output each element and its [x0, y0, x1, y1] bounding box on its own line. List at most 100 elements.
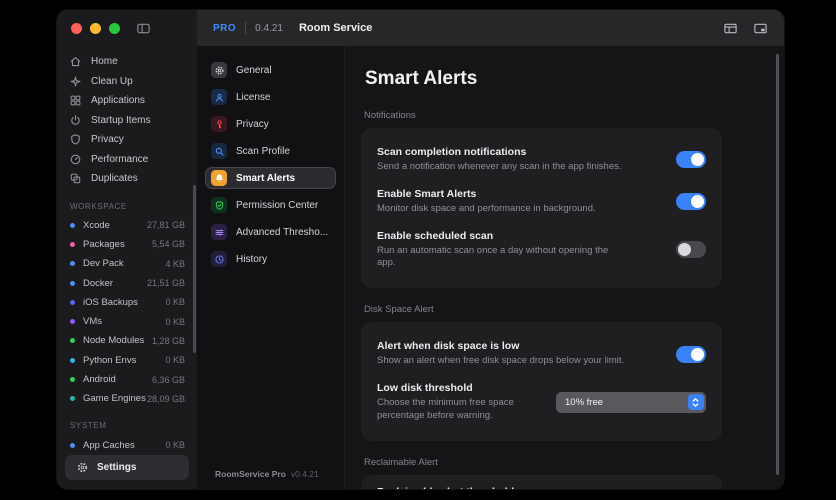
workspace-item-node-modules[interactable]: Node Modules1,28 GB	[70, 331, 185, 350]
workspace-item-size: 5,54 GB	[152, 239, 185, 249]
shield-check-icon	[211, 197, 227, 213]
settings-nav-label: General	[236, 65, 272, 76]
app-window: Home Clean Up Applications Startup Items…	[57, 10, 784, 489]
reclaimable-section-label: Reclaimable Alert	[364, 457, 722, 468]
sidebar-item-duplicates[interactable]: Duplicates	[67, 169, 187, 189]
disk-space-card: Alert when disk space is low Show an ale…	[361, 322, 722, 440]
setting-row-enable-smart-alerts: Enable Smart Alerts Monitor disk space a…	[377, 181, 706, 223]
minimize-button[interactable]	[90, 23, 101, 34]
notifications-card: Scan completion notifications Send a not…	[361, 128, 722, 288]
sidebar-item-performance[interactable]: Performance	[67, 150, 187, 170]
main-panel: Smart Alerts Notifications Scan completi…	[345, 46, 784, 489]
titlebar-divider	[245, 22, 246, 34]
workspace-item-name: iOS Backups	[83, 297, 138, 308]
home-icon	[69, 55, 82, 68]
workspace-item-android[interactable]: Android6,36 GB	[70, 370, 185, 389]
close-button[interactable]	[71, 23, 82, 34]
settings-nav-smart-alerts[interactable]: Smart Alerts	[205, 167, 336, 189]
bell-icon	[211, 170, 227, 186]
main-scrollbar[interactable]	[776, 54, 779, 475]
page-title: Smart Alerts	[365, 68, 722, 90]
right-area: PRO 0.4.21 Room Service General License	[197, 10, 784, 489]
settings-button[interactable]: Settings	[65, 455, 189, 480]
setting-title: Alert when disk space is low	[377, 340, 624, 352]
clock-icon	[211, 251, 227, 267]
setting-row-low-disk-threshold: Low disk threshold Choose the minimum fr…	[377, 375, 706, 430]
setting-text: Scan completion notifications Send a not…	[377, 146, 622, 174]
sidebar-item-home[interactable]: Home	[67, 52, 187, 72]
smart-alerts-toggle[interactable]	[676, 193, 706, 210]
workspace-item-name: Dev Pack	[83, 258, 124, 269]
search-icon	[211, 143, 227, 159]
workspace-item-dev-pack[interactable]: Dev Pack4 KB	[70, 254, 185, 273]
workspace-item-size: 1,28 GB	[152, 336, 185, 346]
settings-nav-label: History	[236, 254, 267, 265]
color-dot	[70, 338, 75, 343]
low-disk-threshold-select[interactable]: 10% free	[556, 392, 706, 413]
sidebar-item-startup-items[interactable]: Startup Items	[67, 111, 187, 131]
workspace-item-xcode[interactable]: Xcode27,81 GB	[70, 216, 185, 235]
settings-nav-permission-center[interactable]: Permission Center	[205, 194, 336, 216]
workspace-item-docker[interactable]: Docker 21,51 GB	[70, 273, 185, 292]
sidebar-toggle-icon[interactable]	[136, 21, 151, 36]
workspace-item-size: 28,09 GB	[147, 394, 185, 404]
titlebar: PRO 0.4.21 Room Service	[197, 10, 784, 46]
titlebar-actions	[723, 21, 768, 36]
workspace-item-game-engines[interactable]: Game Engines28,09 GB	[70, 389, 185, 408]
workspace-item-size: 21,51 GB	[147, 278, 185, 288]
select-value: 10% free	[565, 397, 603, 408]
setting-row-scan-completion: Scan completion notifications Send a not…	[377, 139, 706, 181]
settings-nav-history[interactable]: History	[205, 248, 336, 270]
sidebar-item-clean-up[interactable]: Clean Up	[67, 72, 187, 92]
columns-view-icon[interactable]	[723, 21, 738, 36]
settings-nav-advanced-thresholds[interactable]: Advanced Thresho...	[205, 221, 336, 243]
setting-text: Enable Smart Alerts Monitor disk space a…	[377, 188, 596, 216]
workspace-item-name: Packages	[83, 239, 125, 250]
setting-desc: Monitor disk space and performance in ba…	[377, 203, 596, 216]
system-section-label: SYSTEM	[57, 421, 197, 430]
workspace-item-size: 0 KB	[165, 355, 185, 365]
scheduled-scan-toggle[interactable]	[676, 241, 706, 258]
setting-text: Low disk threshold Choose the minimum fr…	[377, 382, 536, 423]
color-dot	[70, 396, 75, 401]
settings-nav-license[interactable]: License	[205, 86, 336, 108]
settings-nav-privacy[interactable]: Privacy	[205, 113, 336, 135]
sidebar-item-label: Privacy	[91, 134, 124, 145]
zoom-button[interactable]	[109, 23, 120, 34]
settings-nav-scan-profile[interactable]: Scan Profile	[205, 140, 336, 162]
sidebar-item-applications[interactable]: Applications	[67, 91, 187, 111]
sparkle-icon	[69, 75, 82, 88]
color-dot	[70, 281, 75, 286]
system-item-app-caches[interactable]: App Caches0 KB	[70, 435, 185, 454]
setting-desc: Run an automatic scan once a day without…	[377, 245, 627, 271]
reclaimable-card: Reclaimable alert threshold Get notified…	[361, 475, 722, 489]
setting-row-scheduled-scan: Enable scheduled scan Run an automatic s…	[377, 223, 706, 278]
new-window-icon[interactable]	[753, 21, 768, 36]
scan-completion-toggle[interactable]	[676, 151, 706, 168]
gear-icon	[76, 461, 89, 474]
workspace-item-name: Python Envs	[83, 355, 136, 366]
workspace-list: Xcode27,81 GB Packages 5,54 GB Dev Pack4 …	[57, 216, 197, 409]
app-title: Room Service	[299, 22, 372, 34]
low-disk-alert-toggle[interactable]	[676, 346, 706, 363]
setting-title: Enable scheduled scan	[377, 230, 627, 242]
setting-desc: Show an alert when free disk space drops…	[377, 355, 624, 368]
workspace-item-python-envs[interactable]: Python Envs 0 KB	[70, 351, 185, 370]
settings-nav-general[interactable]: General	[205, 59, 336, 81]
workspace-item-size: 0 KB	[165, 317, 185, 327]
workspace-item-vms[interactable]: VMs0 KB	[70, 312, 185, 331]
select-stepper-icon	[688, 394, 704, 410]
sidebar-scrollbar[interactable]	[193, 185, 196, 353]
footer-app-version: v0.4.21	[291, 469, 319, 479]
workspace-item-name: Android	[83, 374, 116, 385]
setting-text: Enable scheduled scan Run an automatic s…	[377, 230, 627, 271]
system-item-name: App Caches	[83, 440, 135, 451]
sidebar-item-label: Home	[91, 56, 118, 67]
workspace-item-size: 0 KB	[165, 297, 185, 307]
setting-title: Scan completion notifications	[377, 146, 622, 158]
workspace-item-ios-backups[interactable]: iOS Backups 0 KB	[70, 293, 185, 312]
color-dot	[70, 300, 75, 305]
sidebar-item-privacy[interactable]: Privacy	[67, 130, 187, 150]
workspace-item-packages[interactable]: Packages 5,54 GB	[70, 235, 185, 254]
workspace-item-name: Docker	[83, 278, 113, 289]
